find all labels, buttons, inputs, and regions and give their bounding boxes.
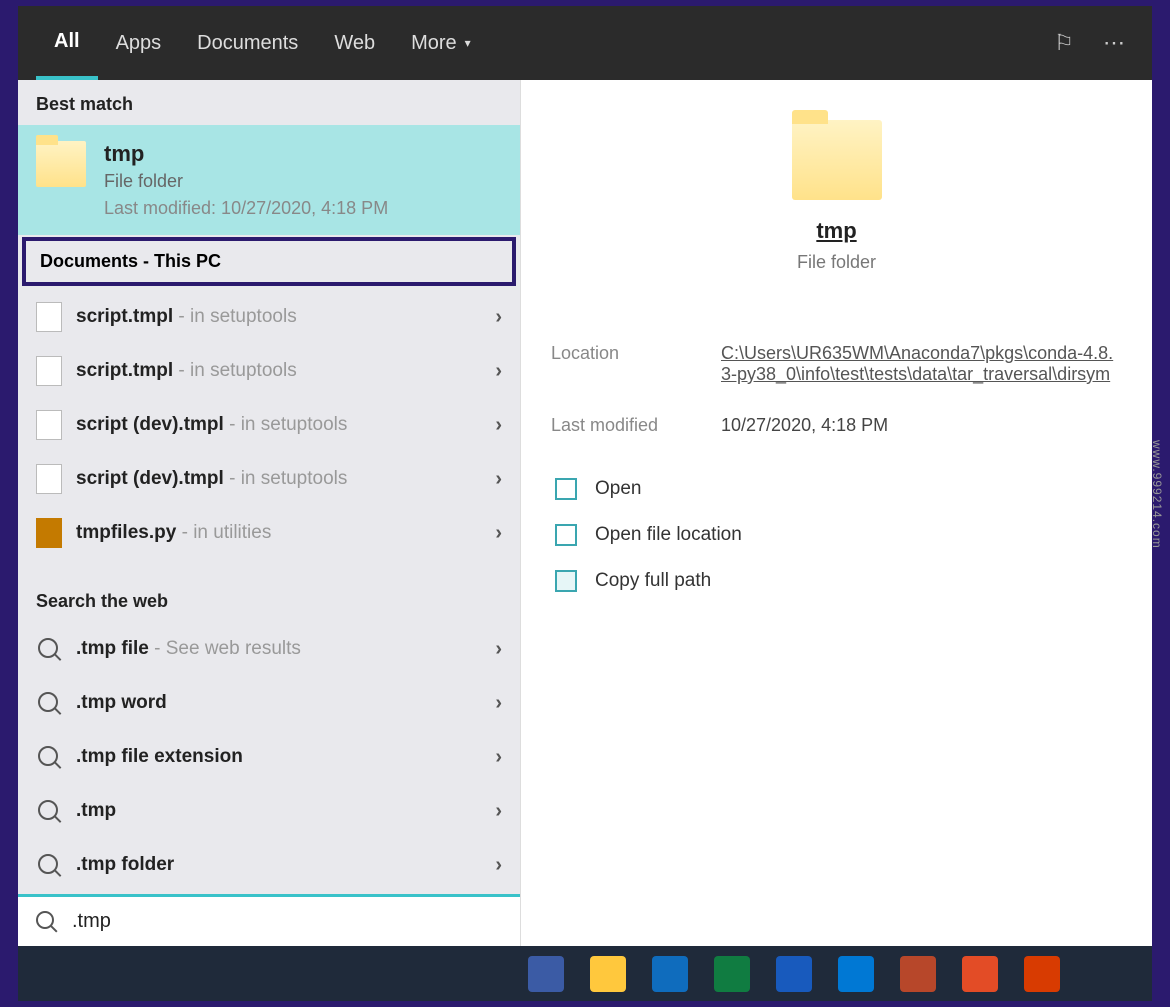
result-text: script.tmpl - in setuptools: [76, 306, 481, 328]
result-text: tmpfiles.py - in utilities: [76, 522, 481, 544]
best-match-header: Best match: [18, 80, 520, 125]
best-match-result[interactable]: tmp File folder Last modified: 10/27/202…: [18, 125, 520, 235]
document-result[interactable]: tmpfiles.py - in utilities ›: [18, 506, 520, 560]
search-bar[interactable]: [18, 894, 520, 946]
search-web-header: Search the web: [18, 577, 520, 622]
taskbar: [18, 946, 1152, 1001]
modified-label: Last modified: [551, 415, 691, 436]
search-icon: [36, 688, 62, 718]
preview-title[interactable]: tmp: [551, 218, 1122, 244]
taskbar-app-icon[interactable]: [962, 956, 998, 992]
best-match-type: File folder: [104, 171, 388, 192]
document-result[interactable]: script (dev).tmpl - in setuptools ›: [18, 452, 520, 506]
web-result[interactable]: .tmp folder ›: [18, 838, 520, 892]
document-result[interactable]: script.tmpl - in setuptools ›: [18, 344, 520, 398]
document-result[interactable]: script (dev).tmpl - in setuptools ›: [18, 398, 520, 452]
file-icon: [36, 356, 62, 386]
search-icon: [36, 911, 58, 933]
best-match-modified: Last modified: 10/27/2020, 4:18 PM: [104, 198, 388, 219]
folder-icon: [792, 120, 882, 200]
web-result[interactable]: .tmp word ›: [18, 676, 520, 730]
folder-open-icon: [555, 524, 577, 546]
search-icon: [36, 742, 62, 772]
taskbar-app-icon[interactable]: [776, 956, 812, 992]
copy-icon: [555, 570, 577, 592]
search-window: All Apps Documents Web More▾ ⚐ ⋯ Best ma…: [12, 0, 1158, 1007]
tab-all[interactable]: All: [36, 6, 98, 80]
location-label: Location: [551, 343, 691, 385]
file-icon: [36, 518, 62, 548]
location-value[interactable]: C:\Users\UR635WM\Anaconda7\pkgs\conda-4.…: [721, 343, 1122, 385]
chevron-right-icon: ›: [495, 854, 502, 877]
preview-type: File folder: [551, 252, 1122, 273]
chevron-right-icon: ›: [495, 746, 502, 769]
feedback-icon[interactable]: ⚐: [1044, 23, 1084, 63]
folder-icon: [36, 141, 86, 187]
file-icon: [36, 410, 62, 440]
documents-list: script.tmpl - in setuptools›script.tmpl …: [18, 290, 520, 577]
result-text: script (dev).tmpl - in setuptools: [76, 414, 481, 436]
chevron-right-icon: ›: [495, 692, 502, 715]
file-icon: [36, 464, 62, 494]
taskbar-app-icon[interactable]: [714, 956, 750, 992]
chevron-right-icon: ›: [495, 306, 502, 329]
result-text: .tmp file extension: [76, 746, 481, 768]
chevron-right-icon: ›: [495, 360, 502, 383]
result-text: .tmp folder: [76, 854, 481, 876]
taskbar-app-icon[interactable]: [652, 956, 688, 992]
open-icon: [555, 478, 577, 500]
chevron-right-icon: ›: [495, 468, 502, 491]
best-match-title: tmp: [104, 141, 388, 167]
result-text: .tmp file - See web results: [76, 638, 481, 660]
result-text: .tmp word: [76, 692, 481, 714]
web-result[interactable]: .tmp file - See web results ›: [18, 622, 520, 676]
open-label: Open: [595, 478, 641, 500]
taskbar-app-icon[interactable]: [528, 956, 564, 992]
tab-documents[interactable]: Documents: [179, 6, 316, 80]
chevron-right-icon: ›: [495, 522, 502, 545]
web-result[interactable]: .tmp file extension ›: [18, 730, 520, 784]
chevron-right-icon: ›: [495, 800, 502, 823]
filter-tabs: All Apps Documents Web More▾ ⚐ ⋯: [18, 6, 1152, 80]
document-result[interactable]: script.tmpl - in setuptools ›: [18, 290, 520, 344]
taskbar-app-icon[interactable]: [838, 956, 874, 992]
copy-path-label: Copy full path: [595, 570, 711, 592]
more-options-icon[interactable]: ⋯: [1094, 23, 1134, 63]
taskbar-app-icon[interactable]: [1024, 956, 1060, 992]
search-input[interactable]: [72, 910, 502, 933]
chevron-down-icon: ▾: [465, 36, 471, 50]
chevron-right-icon: ›: [495, 414, 502, 437]
tab-apps[interactable]: Apps: [98, 6, 180, 80]
open-action[interactable]: Open: [551, 466, 1122, 512]
tab-web[interactable]: Web: [316, 6, 393, 80]
watermark-text: www.999214.com: [1150, 440, 1164, 549]
documents-section-header: Documents - This PC: [22, 237, 516, 286]
result-text: script (dev).tmpl - in setuptools: [76, 468, 481, 490]
preview-panel: tmp File folder Location C:\Users\UR635W…: [520, 80, 1152, 946]
search-icon: [36, 634, 62, 664]
search-icon: [36, 850, 62, 880]
result-text: .tmp: [76, 800, 481, 822]
open-location-action[interactable]: Open file location: [551, 512, 1122, 558]
search-icon: [36, 796, 62, 826]
chevron-right-icon: ›: [495, 638, 502, 661]
copy-path-action[interactable]: Copy full path: [551, 558, 1122, 604]
result-text: script.tmpl - in setuptools: [76, 360, 481, 382]
open-location-label: Open file location: [595, 524, 742, 546]
modified-value: 10/27/2020, 4:18 PM: [721, 415, 1122, 436]
taskbar-app-icon[interactable]: [590, 956, 626, 992]
results-panel: Best match tmp File folder Last modified…: [18, 80, 520, 946]
tab-more[interactable]: More▾: [393, 6, 489, 80]
web-result[interactable]: .tmp ›: [18, 784, 520, 838]
taskbar-app-icon[interactable]: [900, 956, 936, 992]
file-icon: [36, 302, 62, 332]
